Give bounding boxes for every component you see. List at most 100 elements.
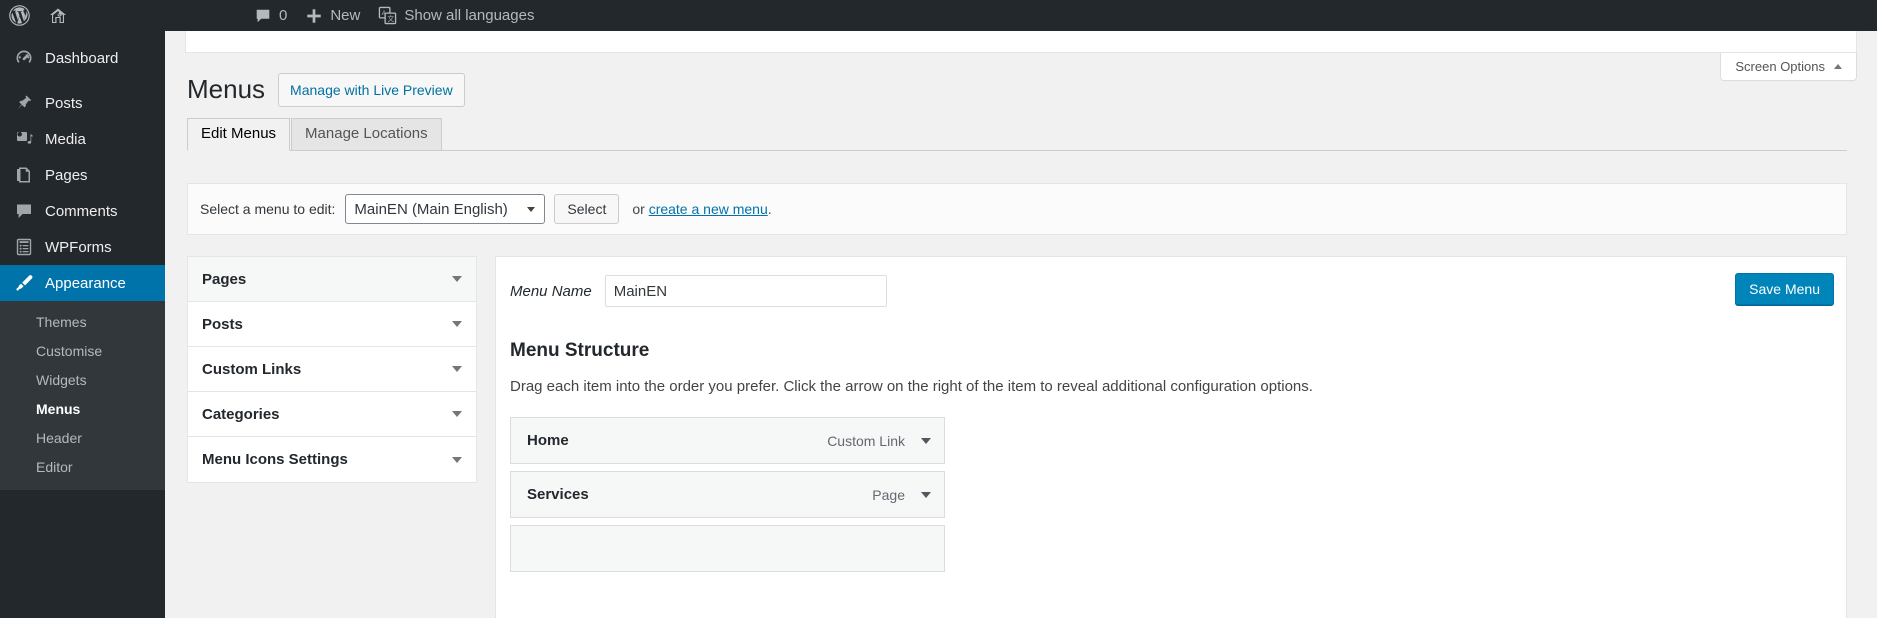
dashboard-gauge-icon <box>12 48 36 68</box>
accordion-panel-title: Categories <box>202 405 280 423</box>
caret-down-icon <box>452 411 462 417</box>
accordion-panel-menu-icons-settings[interactable]: Menu Icons Settings <box>188 437 476 482</box>
caret-down-icon <box>452 366 462 372</box>
sidebar-item-wpforms[interactable]: WPForms <box>0 229 165 265</box>
sidebar-item-pages[interactable]: Pages <box>0 157 165 193</box>
sidebar-item-posts[interactable]: Posts <box>0 85 165 121</box>
svg-text:文: 文 <box>388 14 395 23</box>
caret-down-icon[interactable] <box>921 491 931 498</box>
menu-items-list: Home Custom Link Services Page <box>496 395 1846 572</box>
caret-down-icon <box>452 276 462 282</box>
adminbar-show-all-languages[interactable]: A 文 Show all languages <box>369 0 543 31</box>
adminbar-wordpress-logo[interactable] <box>0 0 39 31</box>
sidebar-subitem-editor[interactable]: Editor <box>0 453 165 482</box>
adminbar-new-content[interactable]: New <box>296 0 369 31</box>
accordion-panel-custom-links[interactable]: Custom Links <box>188 347 476 392</box>
form-clipboard-icon <box>12 237 36 257</box>
menu-item-title: Services <box>527 486 589 503</box>
sidebar-item-media[interactable]: Media <box>0 121 165 157</box>
menu-item-meta: Page <box>872 487 931 503</box>
top-notice-panel <box>185 31 1857 53</box>
adminbar-site-home[interactable] <box>39 0 77 31</box>
sidebar-item-comments[interactable]: Comments <box>0 193 165 229</box>
adminbar-comments[interactable]: 0 <box>245 0 296 31</box>
select-menu-label: Select a menu to edit: <box>200 201 336 217</box>
nav-tab-bar: Edit Menus Manage Locations <box>187 118 1847 151</box>
menu-structure-description: Drag each item into the order you prefer… <box>510 378 1313 395</box>
accordion-panel-title: Menu Icons Settings <box>202 451 348 468</box>
sidebar-subitem-header[interactable]: Header <box>0 424 165 453</box>
menu-name-label: Menu Name <box>510 282 592 300</box>
menu-editor-panel: Menu Name Save Menu Menu Structure Drag … <box>495 256 1847 618</box>
home-icon <box>48 6 68 26</box>
add-menu-items-accordion: Pages Posts Custom Links Categories Menu… <box>187 256 477 483</box>
caret-down-icon <box>452 456 462 463</box>
admin-sidebar: Dashboard Posts Media Pages Comments WPF… <box>0 31 165 618</box>
menu-item-row-partial[interactable] <box>510 525 945 572</box>
save-menu-button[interactable]: Save Menu <box>1735 273 1834 305</box>
adminbar-comments-count: 0 <box>279 7 288 24</box>
pin-icon <box>12 93 36 113</box>
comment-bubble-icon <box>254 7 272 25</box>
admin-bar: 0 New A 文 Show all languages <box>0 0 1877 31</box>
sidebar-subitem-themes[interactable]: Themes <box>0 308 165 337</box>
accordion-panel-title: Pages <box>202 270 247 288</box>
sidebar-bottom-partial-item[interactable] <box>0 596 165 618</box>
sidebar-subitem-menus[interactable]: Menus <box>0 395 165 424</box>
menu-select-dropdown[interactable]: MainEN (Main English) <box>345 194 546 224</box>
sidebar-item-label: WPForms <box>45 238 112 256</box>
accordion-panel-posts[interactable]: Posts <box>188 302 476 347</box>
sidebar-subitem-customise[interactable]: Customise <box>0 337 165 366</box>
or-text: or create a new menu. <box>632 201 771 217</box>
tab-manage-locations[interactable]: Manage Locations <box>291 118 442 150</box>
manage-with-live-preview-button[interactable]: Manage with Live Preview <box>278 73 465 108</box>
sidebar-top-spacer <box>0 31 165 40</box>
accordion-panel-title: Custom Links <box>202 360 302 378</box>
paintbrush-icon <box>12 273 36 293</box>
main-content: Screen Options Menus Manage with Live Pr… <box>165 31 1877 618</box>
menu-select-bar: Select a menu to edit: MainEN (Main Engl… <box>187 183 1847 235</box>
sidebar-item-label: Media <box>45 130 86 148</box>
menu-structure-title: Menu Structure <box>510 340 650 361</box>
page-document-icon <box>12 165 36 185</box>
sidebar-item-dashboard[interactable]: Dashboard <box>0 40 165 76</box>
screen-options-label: Screen Options <box>1735 59 1825 74</box>
translate-icon: A 文 <box>378 6 397 25</box>
menu-item-title: Home <box>527 432 569 449</box>
screen-options-tab[interactable]: Screen Options <box>1720 53 1857 81</box>
menu-item-row[interactable]: Home Custom Link <box>510 417 945 464</box>
sidebar-item-appearance[interactable]: Appearance <box>0 265 165 301</box>
caret-down-icon <box>452 321 462 327</box>
menu-item-row[interactable]: Services Page <box>510 471 945 518</box>
menu-name-row: Menu Name Save Menu <box>496 257 1846 307</box>
sidebar-item-label: Appearance <box>45 274 126 292</box>
select-button[interactable]: Select <box>554 194 620 224</box>
tab-edit-menus[interactable]: Edit Menus <box>187 118 291 151</box>
wordpress-admin-screen: 0 New A 文 Show all languages Dashboard P… <box>0 0 1877 618</box>
menu-name-input[interactable] <box>604 275 887 307</box>
sidebar-item-label: Dashboard <box>45 49 119 67</box>
menu-item-meta: Custom Link <box>827 433 931 449</box>
page-title: Menus <box>187 74 266 105</box>
comment-bubble-icon <box>12 201 36 221</box>
sidebar-item-label: Comments <box>45 202 118 220</box>
period-text: . <box>767 201 772 217</box>
sidebar-appearance-submenu: Themes Customise Widgets Menus Header Ed… <box>0 301 165 490</box>
adminbar-new-label: New <box>330 7 361 24</box>
media-camera-music-icon <box>12 129 36 149</box>
sidebar-separator <box>0 76 165 85</box>
create-a-new-menu-link[interactable]: create a new menu <box>649 201 768 217</box>
accordion-panel-pages[interactable]: Pages <box>188 257 476 302</box>
menu-select-value: MainEN (Main English) <box>354 200 508 218</box>
menu-item-type: Page <box>872 486 905 503</box>
page-header: Menus Manage with Live Preview <box>187 73 465 108</box>
sidebar-subitem-widgets[interactable]: Widgets <box>0 366 165 395</box>
sidebar-item-label: Pages <box>45 166 88 184</box>
caret-down-icon[interactable] <box>921 437 931 444</box>
or-label: or <box>632 201 649 217</box>
accordion-panel-title: Posts <box>202 315 243 333</box>
wordpress-logo-icon <box>9 5 30 26</box>
menu-item-type: Custom Link <box>827 432 905 449</box>
accordion-panel-categories[interactable]: Categories <box>188 392 476 437</box>
adminbar-languages-label: Show all languages <box>404 7 535 24</box>
